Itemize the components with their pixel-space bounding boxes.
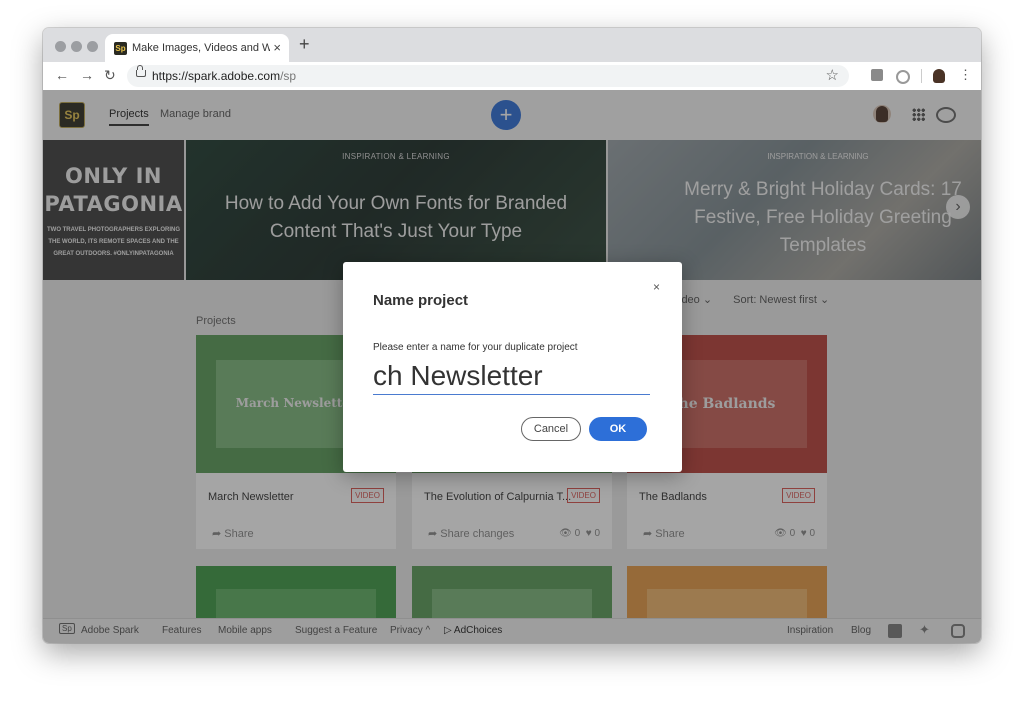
tab-close-icon[interactable]: × [273, 40, 281, 55]
cancel-button[interactable]: Cancel [521, 417, 581, 441]
toolbar-divider [921, 69, 922, 83]
extension-circle-icon[interactable] [896, 70, 910, 84]
url-field[interactable]: https://spark.adobe.com/sp ☆ [127, 65, 849, 87]
project-name-label: Please enter a name for your duplicate p… [373, 342, 578, 353]
url-text: https://spark.adobe.com/sp [152, 69, 297, 83]
minimize-window-icon[interactable] [71, 41, 82, 52]
spark-favicon-icon: Sp [114, 42, 127, 55]
forward-arrow-icon[interactable]: → [80, 67, 94, 83]
tab-bar: Sp Make Images, Videos and Web Stories ×… [43, 28, 981, 62]
tab-title: Make Images, Videos and Web Stories [132, 42, 270, 54]
address-bar: ← → ↻ https://spark.adobe.com/sp ☆ ⋮ [43, 62, 981, 91]
reload-icon[interactable]: ↻ [104, 67, 116, 84]
bookmark-star-icon[interactable]: ☆ [826, 66, 839, 84]
profile-avatar-icon[interactable] [933, 69, 945, 83]
browser-menu-icon[interactable]: ⋮ [959, 67, 972, 83]
back-arrow-icon[interactable]: ← [55, 67, 69, 83]
dialog-title: Name project [373, 292, 469, 309]
ok-button[interactable]: OK [589, 417, 647, 441]
lock-icon [136, 65, 146, 77]
browser-tab[interactable]: Sp Make Images, Videos and Web Stories × [105, 34, 289, 62]
new-tab-button[interactable]: + [299, 34, 310, 55]
dialog-close-icon[interactable]: × [653, 280, 660, 294]
maximize-window-icon[interactable] [87, 41, 98, 52]
facebook-extension-icon[interactable] [871, 69, 883, 81]
close-window-icon[interactable] [55, 41, 66, 52]
project-name-input[interactable]: ch Newsletter (Spanish) [373, 360, 650, 395]
name-project-dialog: Name project × Please enter a name for y… [343, 262, 682, 472]
